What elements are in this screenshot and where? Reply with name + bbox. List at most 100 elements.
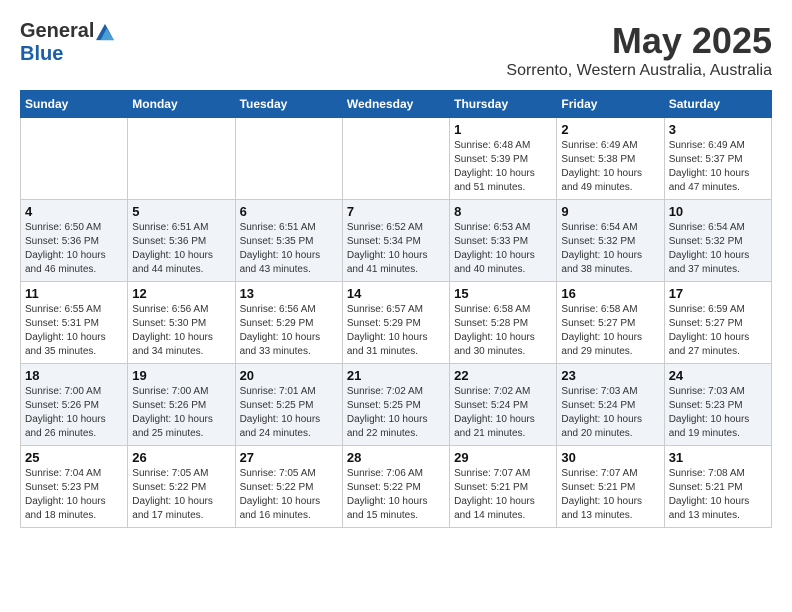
day-number: 25 — [25, 450, 123, 465]
page-header: General Blue May 2025 Sorrento, Western … — [20, 20, 772, 80]
day-info: Sunrise: 7:08 AM Sunset: 5:21 PM Dayligh… — [669, 467, 767, 523]
calendar-cell: 8 Sunrise: 6:53 AM Sunset: 5:33 PM Daylig… — [450, 200, 557, 282]
calendar-cell: 14 Sunrise: 6:57 AM Sunset: 5:29 PM Dayli… — [342, 282, 449, 364]
day-number: 4 — [25, 204, 123, 219]
calendar-week-row: 18 Sunrise: 7:00 AM Sunset: 5:26 PM Dayli… — [21, 364, 772, 446]
calendar-cell: 4Sunrise: 6:50 AM Sunset: 5:36 PM Daylig… — [21, 200, 128, 282]
day-info: Sunrise: 7:04 AM Sunset: 5:23 PM Dayligh… — [25, 467, 123, 523]
day-info: Sunrise: 6:49 AM Sunset: 5:38 PM Dayligh… — [561, 139, 659, 195]
calendar-cell: 28 Sunrise: 7:06 AM Sunset: 5:22 PM Dayli… — [342, 446, 449, 528]
day-number: 14 — [347, 286, 445, 301]
day-number: 24 — [669, 368, 767, 383]
day-info: Sunrise: 7:02 AM Sunset: 5:24 PM Dayligh… — [454, 385, 552, 441]
calendar-cell: 12 Sunrise: 6:56 AM Sunset: 5:30 PM Dayli… — [128, 282, 235, 364]
calendar-cell: 7 Sunrise: 6:52 AM Sunset: 5:34 PM Daylig… — [342, 200, 449, 282]
day-number: 12 — [132, 286, 230, 301]
calendar-cell: 13Sunrise: 6:56 AM Sunset: 5:29 PM Dayli… — [235, 282, 342, 364]
day-info: Sunrise: 7:07 AM Sunset: 5:21 PM Dayligh… — [561, 467, 659, 523]
day-number: 30 — [561, 450, 659, 465]
day-info: Sunrise: 7:03 AM Sunset: 5:24 PM Dayligh… — [561, 385, 659, 441]
calendar-cell: 27 Sunrise: 7:05 AM Sunset: 5:22 PM Dayli… — [235, 446, 342, 528]
day-info: Sunrise: 7:05 AM Sunset: 5:22 PM Dayligh… — [240, 467, 338, 523]
day-info: Sunrise: 7:03 AM Sunset: 5:23 PM Dayligh… — [669, 385, 767, 441]
day-info: Sunrise: 6:52 AM Sunset: 5:34 PM Dayligh… — [347, 221, 445, 277]
day-number: 17 — [669, 286, 767, 301]
day-number: 27 — [240, 450, 338, 465]
day-number: 7 — [347, 204, 445, 219]
day-number: 8 — [454, 204, 552, 219]
day-number: 11 — [25, 286, 123, 301]
day-number: 29 — [454, 450, 552, 465]
calendar-cell: 26 Sunrise: 7:05 AM Sunset: 5:22 PM Dayli… — [128, 446, 235, 528]
calendar-cell: 21 Sunrise: 7:02 AM Sunset: 5:25 PM Dayli… — [342, 364, 449, 446]
weekday-header-monday: Monday — [128, 91, 235, 118]
day-number: 21 — [347, 368, 445, 383]
calendar-cell: 20Sunrise: 7:01 AM Sunset: 5:25 PM Dayli… — [235, 364, 342, 446]
calendar-week-row: 11 Sunrise: 6:55 AM Sunset: 5:31 PM Dayli… — [21, 282, 772, 364]
day-number: 6 — [240, 204, 338, 219]
weekday-header-row: SundayMondayTuesdayWednesdayThursdayFrid… — [21, 91, 772, 118]
day-number: 28 — [347, 450, 445, 465]
day-info: Sunrise: 7:00 AM Sunset: 5:26 PM Dayligh… — [132, 385, 230, 441]
calendar-cell: 23 Sunrise: 7:03 AM Sunset: 5:24 PM Dayli… — [557, 364, 664, 446]
weekday-header-wednesday: Wednesday — [342, 91, 449, 118]
day-info: Sunrise: 6:54 AM Sunset: 5:32 PM Dayligh… — [669, 221, 767, 277]
day-info: Sunrise: 6:54 AM Sunset: 5:32 PM Dayligh… — [561, 221, 659, 277]
calendar-cell: 5 Sunrise: 6:51 AM Sunset: 5:36 PM Daylig… — [128, 200, 235, 282]
day-info: Sunrise: 7:07 AM Sunset: 5:21 PM Dayligh… — [454, 467, 552, 523]
calendar-cell: 1Sunrise: 6:48 AM Sunset: 5:39 PM Daylig… — [450, 118, 557, 200]
day-info: Sunrise: 6:58 AM Sunset: 5:27 PM Dayligh… — [561, 303, 659, 359]
weekday-header-tuesday: Tuesday — [235, 91, 342, 118]
calendar-cell: 15Sunrise: 6:58 AM Sunset: 5:28 PM Dayli… — [450, 282, 557, 364]
day-info: Sunrise: 6:55 AM Sunset: 5:31 PM Dayligh… — [25, 303, 123, 359]
day-info: Sunrise: 6:59 AM Sunset: 5:27 PM Dayligh… — [669, 303, 767, 359]
day-number: 20 — [240, 368, 338, 383]
calendar-cell: 2 Sunrise: 6:49 AM Sunset: 5:38 PM Daylig… — [557, 118, 664, 200]
calendar-cell: 19 Sunrise: 7:00 AM Sunset: 5:26 PM Dayli… — [128, 364, 235, 446]
weekday-header-saturday: Saturday — [664, 91, 771, 118]
calendar-cell: 9Sunrise: 6:54 AM Sunset: 5:32 PM Daylig… — [557, 200, 664, 282]
day-info: Sunrise: 6:51 AM Sunset: 5:36 PM Dayligh… — [132, 221, 230, 277]
day-number: 19 — [132, 368, 230, 383]
day-number: 5 — [132, 204, 230, 219]
calendar-cell: 6 Sunrise: 6:51 AM Sunset: 5:35 PM Daylig… — [235, 200, 342, 282]
month-title: May 2025 — [506, 20, 772, 62]
day-number: 2 — [561, 122, 659, 137]
calendar-cell: 29 Sunrise: 7:07 AM Sunset: 5:21 PM Dayli… — [450, 446, 557, 528]
day-info: Sunrise: 6:51 AM Sunset: 5:35 PM Dayligh… — [240, 221, 338, 277]
day-info: Sunrise: 6:58 AM Sunset: 5:28 PM Dayligh… — [454, 303, 552, 359]
day-info: Sunrise: 6:53 AM Sunset: 5:33 PM Dayligh… — [454, 221, 552, 277]
weekday-header-friday: Friday — [557, 91, 664, 118]
calendar-cell — [128, 118, 235, 200]
calendar-table: SundayMondayTuesdayWednesdayThursdayFrid… — [20, 90, 772, 528]
logo-icon — [96, 23, 114, 41]
logo-blue-text: Blue — [20, 43, 63, 66]
day-number: 22 — [454, 368, 552, 383]
day-number: 1 — [454, 122, 552, 137]
calendar-cell — [235, 118, 342, 200]
calendar-week-row: 4Sunrise: 6:50 AM Sunset: 5:36 PM Daylig… — [21, 200, 772, 282]
day-info: Sunrise: 7:00 AM Sunset: 5:26 PM Dayligh… — [25, 385, 123, 441]
day-info: Sunrise: 7:02 AM Sunset: 5:25 PM Dayligh… — [347, 385, 445, 441]
day-number: 31 — [669, 450, 767, 465]
calendar-cell: 22 Sunrise: 7:02 AM Sunset: 5:24 PM Dayli… — [450, 364, 557, 446]
calendar-cell: 31 Sunrise: 7:08 AM Sunset: 5:21 PM Dayli… — [664, 446, 771, 528]
calendar-cell: 17 Sunrise: 6:59 AM Sunset: 5:27 PM Dayli… — [664, 282, 771, 364]
day-number: 23 — [561, 368, 659, 383]
day-info: Sunrise: 6:56 AM Sunset: 5:29 PM Dayligh… — [240, 303, 338, 359]
calendar-cell: 11 Sunrise: 6:55 AM Sunset: 5:31 PM Dayli… — [21, 282, 128, 364]
day-info: Sunrise: 7:05 AM Sunset: 5:22 PM Dayligh… — [132, 467, 230, 523]
calendar-cell: 24 Sunrise: 7:03 AM Sunset: 5:23 PM Dayli… — [664, 364, 771, 446]
day-info: Sunrise: 7:06 AM Sunset: 5:22 PM Dayligh… — [347, 467, 445, 523]
day-info: Sunrise: 6:57 AM Sunset: 5:29 PM Dayligh… — [347, 303, 445, 359]
title-block: May 2025 Sorrento, Western Australia, Au… — [506, 20, 772, 80]
day-info: Sunrise: 6:56 AM Sunset: 5:30 PM Dayligh… — [132, 303, 230, 359]
calendar-cell: 10Sunrise: 6:54 AM Sunset: 5:32 PM Dayli… — [664, 200, 771, 282]
day-number: 18 — [25, 368, 123, 383]
weekday-header-thursday: Thursday — [450, 91, 557, 118]
day-number: 26 — [132, 450, 230, 465]
calendar-cell: 3Sunrise: 6:49 AM Sunset: 5:37 PM Daylig… — [664, 118, 771, 200]
calendar-cell: 30 Sunrise: 7:07 AM Sunset: 5:21 PM Dayli… — [557, 446, 664, 528]
logo: General Blue — [20, 20, 114, 66]
calendar-week-row: 1Sunrise: 6:48 AM Sunset: 5:39 PM Daylig… — [21, 118, 772, 200]
